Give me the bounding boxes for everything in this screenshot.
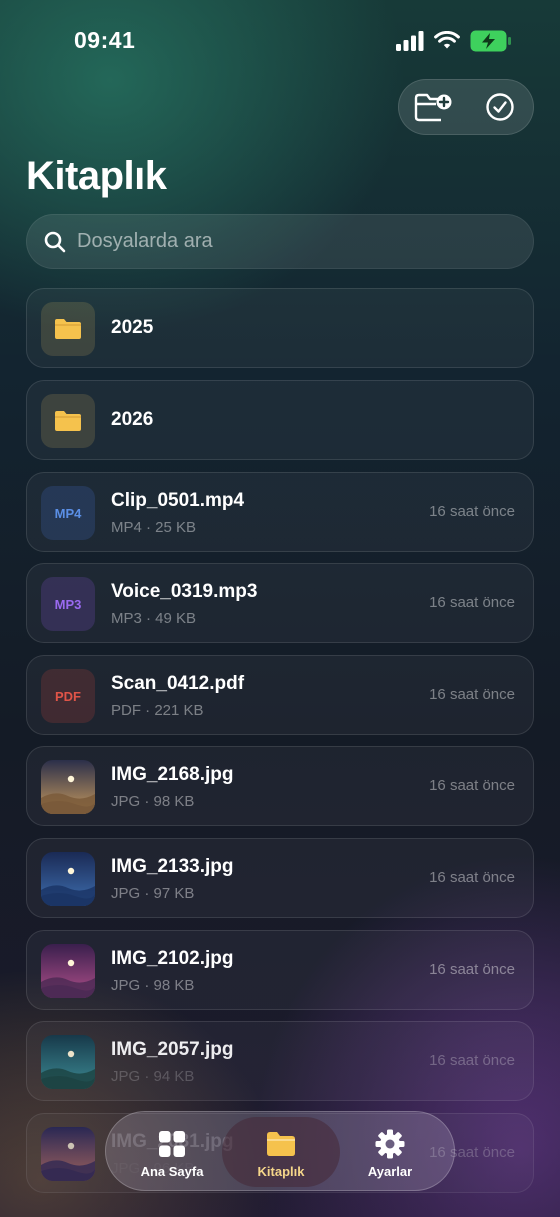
image-thumbnail-art <box>41 1127 95 1181</box>
tab-library[interactable]: Kitaplık <box>222 1117 340 1187</box>
list-item-image[interactable]: IMG_2133.jpg JPG · 97 KB 16 saat önce <box>26 838 534 918</box>
tab-label: Ana Sayfa <box>140 1164 204 1179</box>
folder-thumb <box>41 394 95 448</box>
item-time: 16 saat önce <box>429 961 515 978</box>
image-thumbnail <box>41 852 95 906</box>
item-name: IMG_2102.jpg <box>111 948 234 969</box>
status-icons <box>396 30 512 52</box>
image-thumbnail-art <box>41 944 95 998</box>
search-input[interactable] <box>77 230 497 253</box>
search-icon <box>44 231 66 252</box>
folder-icon <box>55 411 81 431</box>
image-thumbnail-art <box>41 852 95 906</box>
item-name: Scan_0412.pdf <box>111 673 245 694</box>
image-thumbnail-art <box>41 1035 95 1089</box>
tab-label: Ayarlar <box>367 1164 413 1179</box>
item-time: 16 saat önce <box>429 686 515 703</box>
list-item-file[interactable]: MP3 Voice_0319.mp3 MP3 · 49 KB 16 saat ö… <box>26 563 534 643</box>
image-thumbnail <box>41 760 95 814</box>
folder-thumb <box>41 302 95 356</box>
item-name: Voice_0319.mp3 <box>111 581 258 602</box>
tab-settings[interactable]: Ayarlar <box>331 1117 449 1187</box>
image-thumbnail <box>41 1127 95 1181</box>
status-time: 09:41 <box>74 27 136 53</box>
item-name: IMG_2168.jpg <box>111 764 234 785</box>
item-time: 16 saat önce <box>429 777 515 794</box>
list-item-folder[interactable]: 2026 <box>26 380 534 460</box>
cellular-signal-icon <box>396 31 424 51</box>
item-time: 16 saat önce <box>429 503 515 520</box>
list-item-image[interactable]: IMG_2168.jpg JPG · 98 KB 16 saat önce <box>26 746 534 826</box>
item-time: 16 saat önce <box>429 594 515 611</box>
image-thumbnail-art <box>41 760 95 814</box>
item-name: Clip_0501.mp4 <box>111 490 245 511</box>
mp3-badge: MP3 <box>41 577 95 631</box>
item-meta: PDF · 221 KB <box>111 702 204 719</box>
header-actions <box>398 79 534 135</box>
mp4-badge: MP4 <box>41 486 95 540</box>
list-item-file[interactable]: PDF Scan_0412.pdf PDF · 221 KB 16 saat ö… <box>26 655 534 735</box>
tab-bar: Ana Sayfa Kitaplık Ayarlar <box>105 1111 455 1191</box>
item-name: 2026 <box>111 409 154 430</box>
status-bar: 09:41 <box>0 0 560 82</box>
grid-icon <box>159 1131 185 1157</box>
select-checkmark-icon <box>485 93 514 121</box>
tab-home[interactable]: Ana Sayfa <box>113 1117 231 1187</box>
item-name: IMG_2133.jpg <box>111 856 234 877</box>
list-item-image[interactable]: IMG_2102.jpg JPG · 98 KB 16 saat önce <box>26 930 534 1010</box>
item-meta: MP4 · 25 KB <box>111 519 197 536</box>
select-button[interactable] <box>478 85 522 129</box>
item-meta: JPG · 98 KB <box>111 977 195 994</box>
tab-label: Kitaplık <box>257 1164 305 1179</box>
image-thumbnail <box>41 944 95 998</box>
battery-charging-icon <box>470 30 511 52</box>
folder-icon <box>55 319 81 339</box>
folder-icon <box>267 1132 295 1156</box>
item-meta: JPG · 97 KB <box>111 885 195 902</box>
item-meta: MP3 · 49 KB <box>111 610 197 627</box>
gear-icon <box>375 1129 405 1159</box>
item-time: 16 saat önce <box>429 869 515 886</box>
item-meta: JPG · 98 KB <box>111 793 195 810</box>
item-name: IMG_2057.jpg <box>111 1039 234 1060</box>
page-title: Kitaplık <box>26 154 167 198</box>
item-name: 2025 <box>111 317 154 338</box>
list-item-image[interactable]: IMG_2057.jpg JPG · 94 KB 16 saat önce <box>26 1021 534 1101</box>
item-meta: JPG · 94 KB <box>111 1068 195 1085</box>
image-thumbnail <box>41 1035 95 1089</box>
list-item-file[interactable]: MP4 Clip_0501.mp4 MP4 · 25 KB 16 saat ön… <box>26 472 534 552</box>
wifi-icon <box>434 31 460 49</box>
list-item-folder[interactable]: 2025 <box>26 288 534 368</box>
new-folder-button[interactable] <box>411 85 455 129</box>
new-folder-icon <box>414 93 451 122</box>
search-bar[interactable] <box>26 214 534 269</box>
pdf-badge: PDF <box>41 669 95 723</box>
item-time: 16 saat önce <box>429 1052 515 1069</box>
